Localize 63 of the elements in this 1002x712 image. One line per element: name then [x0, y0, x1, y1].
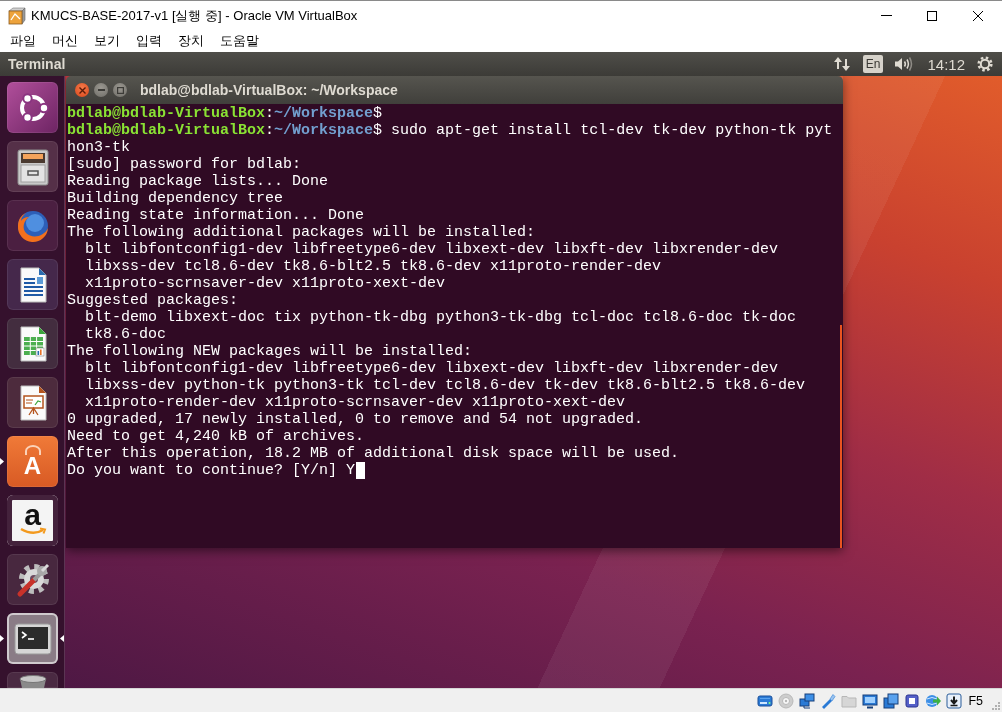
- windows-icon[interactable]: [883, 692, 900, 709]
- terminal-line: Reading package lists... Done: [67, 173, 329, 190]
- menu-item[interactable]: 파일: [2, 31, 44, 51]
- launcher-button[interactable]: [7, 554, 58, 605]
- terminal-line: tk8.6-doc: [85, 326, 166, 343]
- terminal-line: Reading state information... Done: [67, 207, 365, 224]
- terminal-line: hon3-tk: [67, 139, 130, 156]
- launcher-button[interactable]: [7, 377, 58, 428]
- terminal-line: After this operation, 18.2 MB of additional disk space will be used.: [67, 445, 680, 462]
- keyboard-layout-indicator[interactable]: En: [862, 55, 884, 73]
- maximize-icon: [927, 10, 937, 21]
- smile-arrow-icon: [18, 526, 47, 535]
- terminal-line: libxss-dev python-tk python3-tk tcl-dev tcl8.6-dev tk-dev tk8.6-blt2.5 tk8.6-dev: [85, 377, 806, 394]
- launcher-button[interactable]: [7, 318, 58, 369]
- menu-item[interactable]: 도움말: [212, 31, 267, 51]
- close-button[interactable]: [75, 83, 89, 97]
- close-icon: [973, 10, 983, 21]
- network-icon[interactable]: [799, 692, 816, 709]
- gear-icon[interactable]: [977, 56, 993, 72]
- terminal-line: blt-demo libxext-doc tix python-tk-dbg python3-tk-dbg tcl-doc tcl8.6-doc tk-doc: [85, 309, 797, 326]
- resize-grip-icon[interactable]: [992, 702, 1000, 710]
- app-name-label: Terminal: [8, 56, 66, 72]
- minimize-button[interactable]: [94, 83, 108, 97]
- terminal-line: 0 upgraded, 17 newly installed, 0 to remove and 54 not upgraded.: [67, 411, 644, 428]
- terminal-line: bdlab@bdlab-VirtualBox:~/Workspace$ sudo apt-get install tcl-dev tk-dev python-tk pyt: [67, 122, 833, 139]
- terminal-line: Building dependency tree: [67, 190, 284, 207]
- window-title: KMUCS-BASE-2017-v1 [실행 중] - Oracle VM VirtualBox: [31, 6, 358, 25]
- terminal-line: x11proto-render-dev x11proto-scrnsaver-dev x11proto-xext-dev: [85, 394, 626, 411]
- pen-icon[interactable]: [820, 692, 837, 709]
- up-down-arrows-icon[interactable]: [832, 56, 851, 72]
- launcher-button[interactable]: [7, 141, 58, 192]
- terminal-line: Suggested packages:: [67, 292, 239, 309]
- minimize-icon: [880, 15, 892, 16]
- terminal-line: blt libfontconfig1-dev libfreetype6-dev libxext-dev libxft-dev libxrender-dev: [85, 241, 779, 258]
- terminal-line: Need to get 4,240 kB of archives.: [67, 428, 365, 445]
- terminal-line: bdlab@bdlab-VirtualBox:~/Workspace$: [67, 105, 383, 122]
- scrollbar[interactable]: [840, 325, 842, 548]
- terminal-line: libxss-dev tcl8.6-dev tk8.6-blt2.5 tk8.6-dev x11proto-render-dev: [85, 258, 662, 275]
- close-icon: [78, 86, 86, 94]
- menu-item[interactable]: 입력: [128, 31, 170, 51]
- terminal-line: The following NEW packages will be installed:: [67, 343, 473, 360]
- terminal-line: x11proto-scrnsaver-dev x11proto-xext-dev: [85, 275, 446, 292]
- launcher-button[interactable]: [7, 259, 58, 310]
- clock[interactable]: 14:12: [927, 55, 965, 73]
- terminal-line: The following additional packages will be installed:: [67, 224, 536, 241]
- launcher-button[interactable]: [7, 613, 58, 664]
- chip-icon[interactable]: [904, 692, 921, 709]
- launcher-button[interactable]: [7, 672, 58, 688]
- maximize-icon: [116, 86, 124, 94]
- monitor-icon[interactable]: [862, 692, 879, 709]
- menu-item[interactable]: 장치: [170, 31, 212, 51]
- terminal-line: blt libfontconfig1-dev libfreetype6-dev libxext-dev libxft-dev libxrender-dev: [85, 360, 779, 377]
- menu-item[interactable]: 보기: [86, 31, 128, 51]
- launcher-button[interactable]: a: [7, 495, 58, 546]
- minimize-icon: [97, 89, 105, 91]
- host-key-label: F5: [968, 693, 983, 708]
- menu-item[interactable]: 머신: [44, 31, 86, 51]
- speaker-icon[interactable]: [894, 56, 915, 72]
- box-icon: [8, 6, 26, 25]
- terminal-line: Do you want to continue? [Y/n] Y: [67, 462, 356, 479]
- window-title: bdlab@bdlab-VirtualBox: ~/Workspace: [140, 82, 398, 98]
- terminal-line: [sudo] password for bdlab:: [67, 156, 302, 173]
- launcher-button[interactable]: [7, 82, 58, 133]
